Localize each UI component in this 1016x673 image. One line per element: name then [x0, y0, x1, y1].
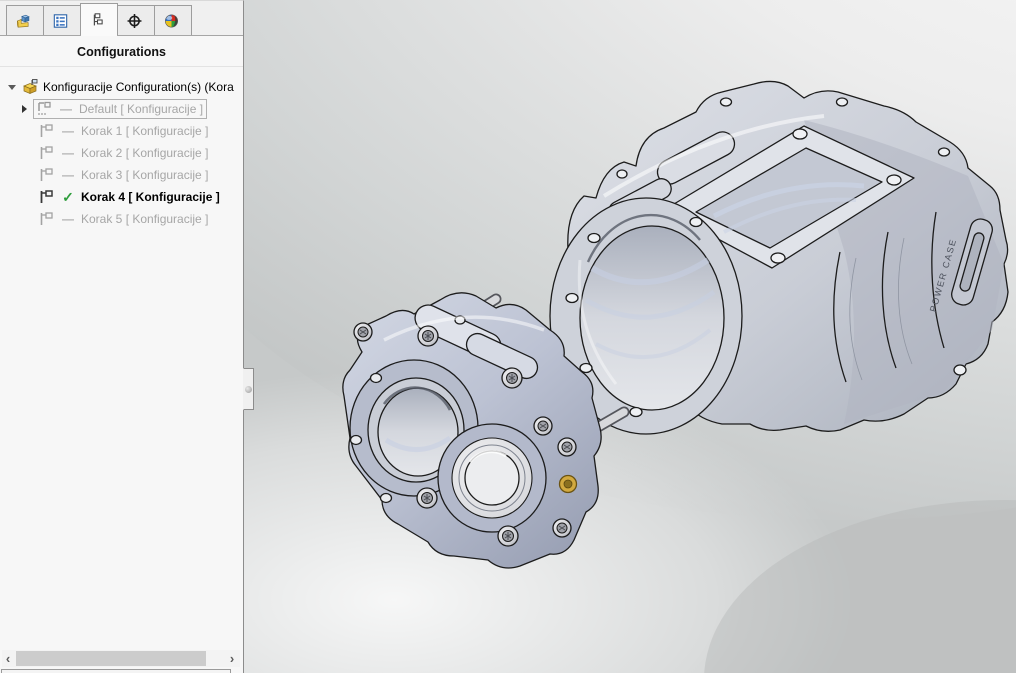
suppress-dash-icon: — — [59, 124, 77, 138]
root-config-label: Konfiguracije Configuration(s) (Kora — [43, 80, 234, 94]
config-row-korak2[interactable]: — Korak 2 [ Konfiguracije ] — [38, 142, 208, 164]
tab-propertymanager[interactable] — [43, 5, 81, 35]
config-flag-icon — [38, 167, 55, 183]
tab-configurationmanager[interactable] — [80, 3, 118, 35]
graphics-area[interactable]: POWER CASE — [244, 0, 1016, 673]
displaymanager-icon — [163, 13, 180, 29]
scroll-left-arrow[interactable]: ‹ — [2, 650, 14, 667]
scrollbar-thumb[interactable] — [16, 651, 206, 666]
configuration-tree: Konfiguracije Configuration(s) (Kora — D… — [0, 67, 243, 645]
selection-outline: — Default [ Konfiguracije ] — [33, 99, 207, 119]
config-flag-icon — [38, 145, 55, 161]
default-config-icon — [36, 101, 53, 117]
suppress-dash-icon: — — [59, 212, 77, 226]
config-row-default[interactable]: — Default [ Konfiguracije ] — [22, 98, 207, 120]
suppress-dash-icon: — — [59, 168, 77, 182]
config-label: Korak 5 [ Konfiguracije ] — [81, 212, 208, 226]
manager-tab-strip — [0, 1, 243, 36]
configuration-manager-panel: Configurations Konfiguracije Configurati… — [0, 0, 244, 673]
splitter-grip-icon — [245, 386, 252, 393]
config-flag-icon — [38, 189, 55, 205]
suppress-dash-icon: — — [57, 102, 75, 116]
tab-featuremanager-tree[interactable] — [6, 5, 44, 35]
config-label: Korak 2 [ Konfiguracije ] — [81, 146, 208, 160]
config-row-korak5[interactable]: — Korak 5 [ Konfiguracije ] — [38, 208, 208, 230]
config-row-korak3[interactable]: — Korak 3 [ Konfiguracije ] — [38, 164, 208, 186]
panel-title: Configurations — [0, 37, 243, 67]
tab-displaymanager[interactable] — [154, 5, 192, 35]
config-label: Korak 4 [ Konfiguracije ] — [81, 190, 220, 204]
propertymanager-icon — [52, 13, 69, 29]
tree-root-row[interactable]: Konfiguracije Configuration(s) (Kora — [8, 76, 243, 98]
config-row-korak4-active[interactable]: ✓ Korak 4 [ Konfiguracije ] — [38, 186, 220, 208]
panel-splitter-handle[interactable] — [243, 368, 254, 410]
featuremanager-tree-icon — [15, 13, 32, 29]
config-label: Korak 1 [ Konfiguracije ] — [81, 124, 208, 138]
config-flag-icon — [38, 123, 55, 139]
config-flag-icon — [38, 211, 55, 227]
collapse-arrow-icon[interactable] — [8, 85, 16, 90]
scroll-right-arrow[interactable]: › — [226, 650, 238, 667]
3d-viewport[interactable]: POWER CASE — [244, 0, 1016, 673]
dimxpertmanager-icon — [126, 13, 143, 29]
suppress-dash-icon: — — [59, 146, 77, 160]
configurationmanager-icon — [89, 12, 106, 28]
horizontal-scrollbar[interactable]: ‹ › — [2, 650, 240, 667]
config-row-korak1[interactable]: — Korak 1 [ Konfiguracije ] — [38, 120, 208, 142]
config-label: Korak 3 [ Konfiguracije ] — [81, 168, 208, 182]
active-check-icon: ✓ — [59, 189, 77, 206]
gold-screw-icon — [560, 476, 577, 493]
tab-dimxpertmanager[interactable] — [117, 5, 155, 35]
solidworks-window: Configurations Konfiguracije Configurati… — [0, 0, 1016, 673]
collapsed-pane-edge — [1, 669, 231, 673]
config-label: Default [ Konfiguracije ] — [79, 102, 203, 116]
configurations-root-icon — [22, 79, 39, 95]
expand-arrow-icon[interactable] — [22, 105, 27, 113]
